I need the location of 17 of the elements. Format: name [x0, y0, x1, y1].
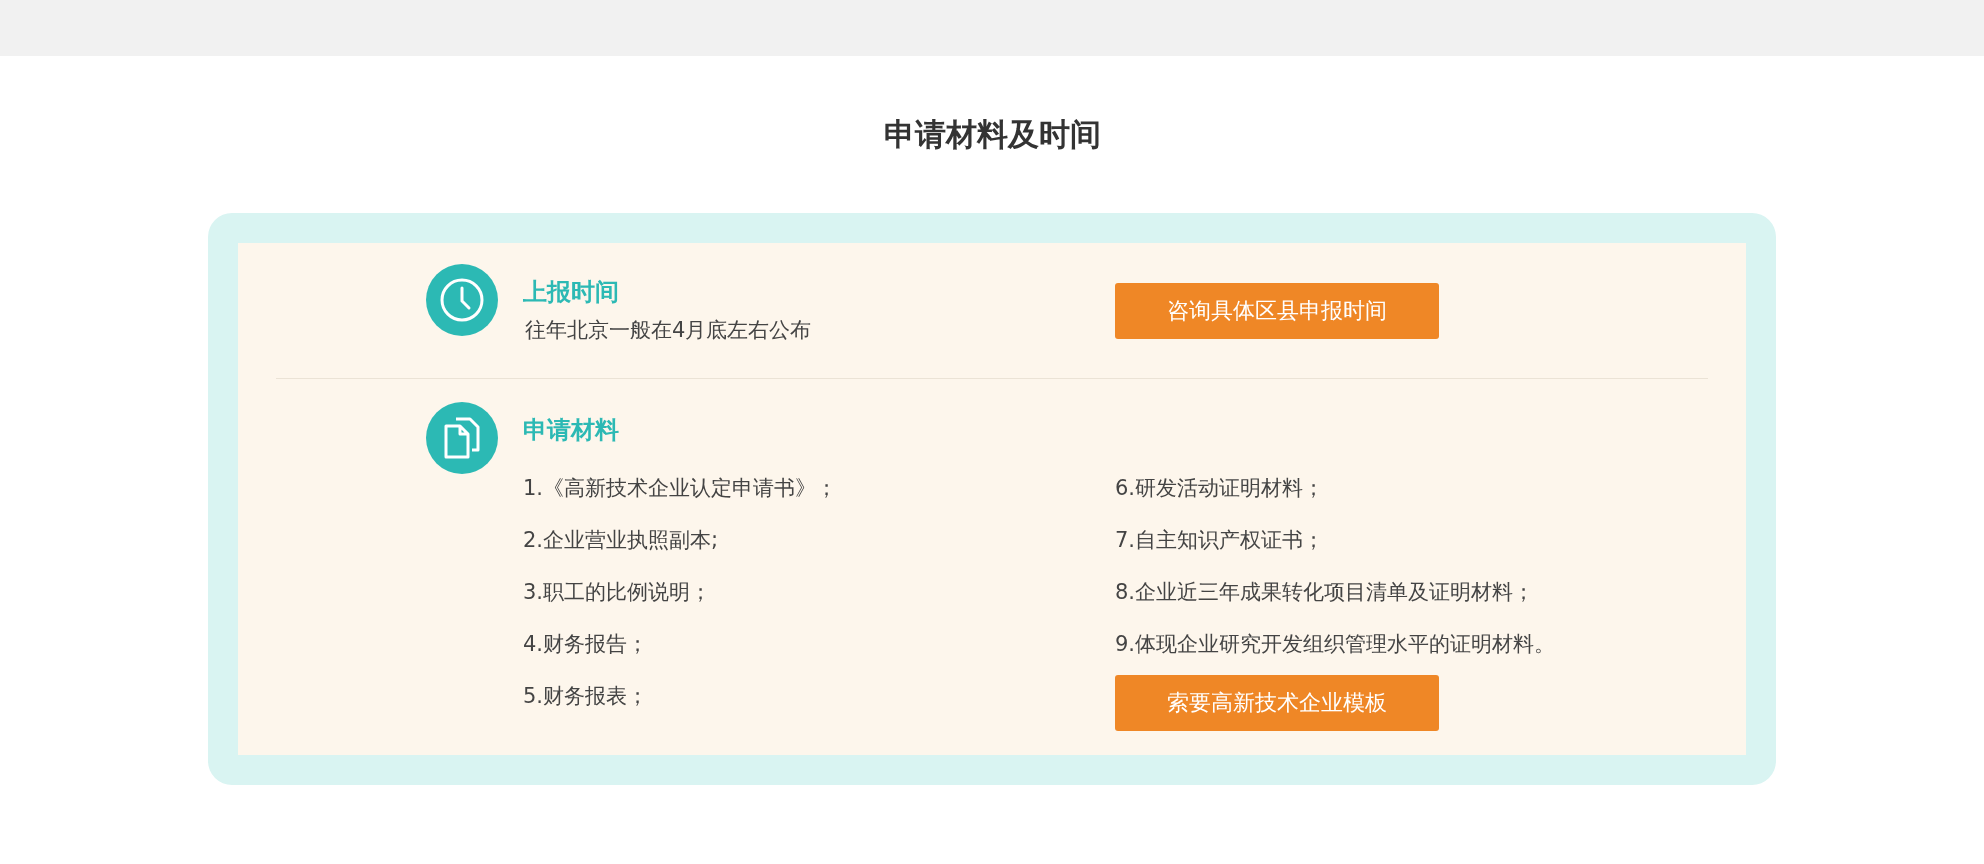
documents-icon	[442, 416, 482, 460]
material-item: 4.财务报告；	[523, 631, 649, 658]
template-button[interactable]: 索要高新技术企业模板	[1115, 675, 1439, 731]
material-item: 7.自主知识产权证书；	[1115, 527, 1325, 554]
material-item: 2.企业营业执照副本;	[523, 527, 719, 554]
clock-icon	[439, 277, 485, 323]
material-item: 1.《高新技术企业认定申请书》；	[523, 475, 838, 502]
material-item: 5.财务报表；	[523, 683, 649, 710]
material-item: 3.职工的比例说明；	[523, 579, 712, 606]
material-item: 6.研发活动证明材料；	[1115, 475, 1325, 502]
material-item: 8.企业近三年成果转化项目清单及证明材料；	[1115, 579, 1535, 606]
page-heading: 申请材料及时间	[882, 115, 1102, 154]
consult-button[interactable]: 咨询具体区县申报时间	[1115, 283, 1439, 339]
section-title: 申请材料	[523, 415, 620, 446]
section-title: 上报时间	[523, 277, 620, 308]
section-description: 往年北京一般在4月底左右公布	[524, 317, 813, 344]
material-item: 9.体现企业研究开发组织管理水平的证明材料。	[1115, 631, 1556, 658]
